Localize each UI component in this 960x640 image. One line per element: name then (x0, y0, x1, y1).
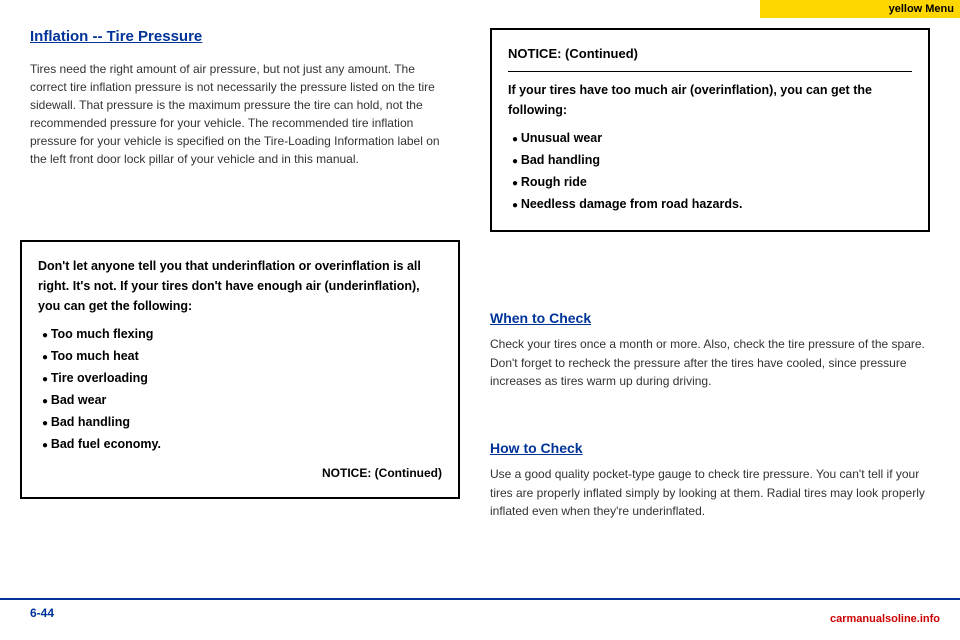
list-item: Bad wear (42, 390, 442, 410)
list-item: Bad handling (512, 150, 912, 170)
when-to-check-text: Check your tires once a month or more. A… (490, 335, 930, 391)
list-item: Bad fuel economy. (42, 434, 442, 454)
notice-box-underinflation: Don't let anyone tell you that underinfl… (20, 240, 460, 499)
list-item: Needless damage from road hazards. (512, 194, 912, 214)
bottom-divider (0, 598, 960, 600)
list-item: Tire overloading (42, 368, 442, 388)
how-to-check-heading: How to Check (490, 440, 583, 456)
notice-box-overinflation: NOTICE: (Continued) If your tires have t… (490, 28, 930, 232)
left-body-text: Tires need the right amount of air press… (30, 60, 450, 168)
list-item: Rough ride (512, 172, 912, 192)
list-item: Too much flexing (42, 324, 442, 344)
notice-underinflation-intro: Don't let anyone tell you that underinfl… (38, 256, 442, 316)
section-title: Inflation -- Tire Pressure (30, 28, 202, 45)
list-item: Too much heat (42, 346, 442, 366)
notice-overinflation-title: NOTICE: (Continued) (508, 44, 912, 72)
notice-continued-label: NOTICE: (Continued) (38, 464, 442, 483)
overinflation-list: Unusual wear Bad handling Rough ride Nee… (508, 128, 912, 214)
underinflation-list: Too much flexing Too much heat Tire over… (38, 324, 442, 454)
list-item: Unusual wear (512, 128, 912, 148)
page-number: 6-44 (30, 606, 54, 620)
when-to-check-heading: When to Check (490, 310, 591, 326)
top-menu-bar[interactable]: yellow Menu (760, 0, 960, 18)
top-menu-label: yellow Menu (889, 3, 954, 15)
how-to-check-text: Use a good quality pocket-type gauge to … (490, 465, 930, 521)
notice-overinflation-body: If your tires have too much air (overinf… (508, 80, 912, 120)
bottom-logo: carmanualsoline.info (830, 613, 940, 625)
list-item: Bad handling (42, 412, 442, 432)
